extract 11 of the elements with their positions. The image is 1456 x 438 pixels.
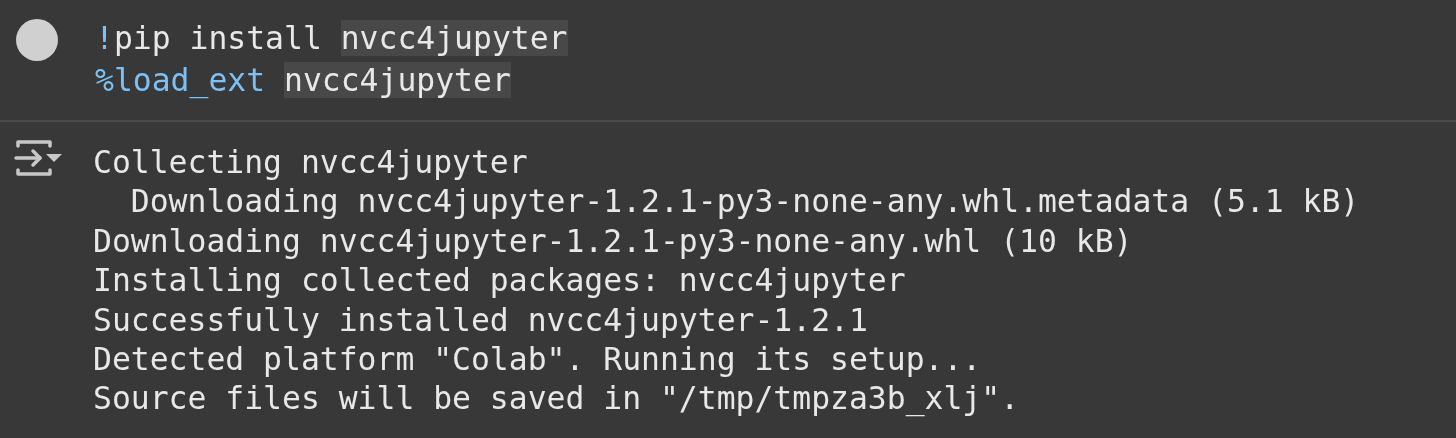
output-line: Detected platform "Colab". Running its setup... bbox=[93, 339, 983, 379]
code-line: %load_ext nvcc4jupyter bbox=[95, 61, 512, 101]
output-line: Downloading nvcc4jupyter-1.2.1-py3-none-any.whl.metadata (5.1 kB) bbox=[129, 182, 1360, 222]
output-line: Source files will be saved in "/tmp/tmpza3b_xlj". bbox=[93, 379, 1021, 419]
output-line: Collecting nvcc4jupyter bbox=[93, 143, 529, 182]
output-line: Successfully installed nvcc4jupyter-1.2.1 bbox=[93, 300, 869, 340]
run-button[interactable] bbox=[16, 19, 58, 61]
code-line: !pip install nvcc4jupyter bbox=[95, 19, 568, 58]
output-toggle-icon[interactable] bbox=[14, 138, 64, 178]
output-line: Downloading nvcc4jupyter-1.2.1-py3-none-any.whl (10 kB) bbox=[93, 221, 1134, 261]
output-line: Installing collected packages: nvcc4jupyter bbox=[93, 261, 907, 301]
